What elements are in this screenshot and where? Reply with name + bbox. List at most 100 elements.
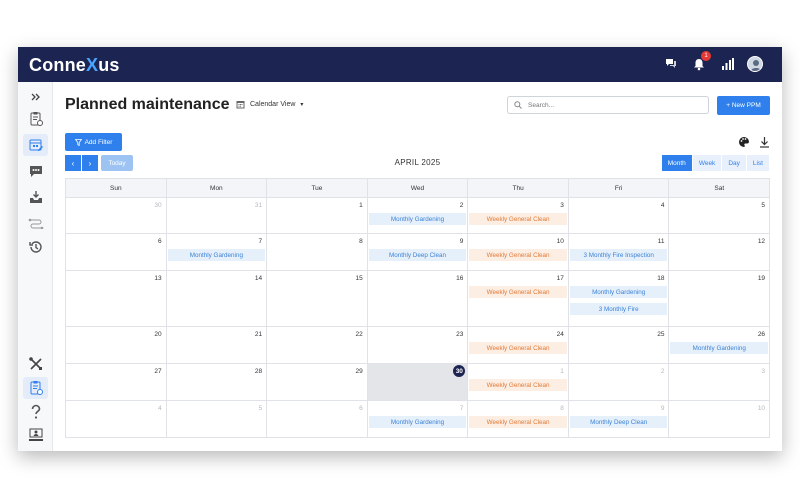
calendar-event[interactable]: Weekly General Clean xyxy=(469,342,567,354)
day-cell[interactable]: 12 xyxy=(669,234,769,270)
history-icon[interactable] xyxy=(23,236,48,258)
day-cell[interactable]: 29 xyxy=(267,364,368,400)
tools-icon[interactable] xyxy=(23,353,48,375)
day-cell[interactable]: 21 xyxy=(167,327,268,363)
notification-bell-icon[interactable]: 1 xyxy=(690,51,711,73)
day-cell[interactable]: 2 Monthly Gardening xyxy=(368,198,469,233)
day-cell[interactable]: 14 xyxy=(167,271,268,326)
clipboard-gear-icon[interactable] xyxy=(23,108,48,130)
day-cell[interactable]: 10 xyxy=(669,401,769,437)
tab-month[interactable]: Month xyxy=(661,155,693,171)
day-cell[interactable]: 1 xyxy=(267,198,368,233)
calendar-week-row: 27 28 29 30 1 Weekly General Clean 2 3 xyxy=(66,364,769,401)
date-number: 28 xyxy=(254,368,263,375)
day-cell[interactable]: 19 xyxy=(669,271,769,326)
day-cell[interactable]: 17 Weekly General Clean xyxy=(468,271,569,326)
calendar-event[interactable]: Weekly General Clean xyxy=(469,213,567,225)
chat-bubbles-icon[interactable] xyxy=(662,55,680,73)
calendar-edit-icon[interactable] xyxy=(23,134,48,156)
day-cell[interactable]: 28 xyxy=(167,364,268,400)
day-cell[interactable]: 11 3 Monthly Fire Inspection xyxy=(569,234,670,270)
chat-icon[interactable] xyxy=(23,160,48,182)
search-icon xyxy=(514,101,522,109)
calendar-event[interactable]: Monthly Gardening xyxy=(670,342,769,354)
date-number: 1 xyxy=(560,368,564,375)
collapse-icon[interactable] xyxy=(23,86,48,108)
calendar-event[interactable]: Monthly Gardening xyxy=(167,249,266,261)
date-number: 8 xyxy=(359,238,363,245)
search-input[interactable] xyxy=(528,101,698,109)
calendar-event[interactable]: 3 Monthly Fire Inspection xyxy=(569,249,668,261)
add-filter-label: Add Filter xyxy=(84,138,113,146)
tab-week[interactable]: Week xyxy=(692,155,723,171)
day-cell[interactable]: 25 xyxy=(569,327,670,363)
date-number: 8 xyxy=(560,405,564,412)
monitor-user-icon[interactable] xyxy=(23,424,48,446)
calendar-event[interactable]: Monthly Gardening xyxy=(569,286,668,298)
day-cell[interactable]: 6 xyxy=(267,401,368,437)
day-cell[interactable]: 23 xyxy=(368,327,469,363)
day-cell[interactable]: 24 Weekly General Clean xyxy=(468,327,569,363)
date-number: 16 xyxy=(456,275,464,282)
date-number: 3 xyxy=(560,202,564,209)
date-number: 4 xyxy=(157,405,162,412)
weekday-label: Tue xyxy=(267,179,368,197)
date-number: 9 xyxy=(459,238,464,245)
day-cell[interactable]: 20 xyxy=(66,327,167,363)
palette-icon[interactable] xyxy=(738,136,750,148)
date-number: 11 xyxy=(657,238,665,245)
add-filter-button[interactable]: Add Filter xyxy=(65,133,122,151)
app-logo[interactable]: ConneXus xyxy=(29,55,120,76)
day-cell[interactable]: 7 Monthly Gardening xyxy=(368,401,469,437)
day-cell[interactable]: 9 Monthly Deep Clean xyxy=(368,234,469,270)
calendar-event[interactable]: Weekly General Clean xyxy=(469,379,567,391)
day-cell[interactable]: 5 xyxy=(167,401,268,437)
date-number: 9 xyxy=(660,405,665,412)
day-cell[interactable]: 27 xyxy=(66,364,167,400)
day-cell[interactable]: 8 Weekly General Clean xyxy=(468,401,569,437)
help-icon[interactable] xyxy=(23,401,48,423)
day-cell[interactable]: 18 Monthly Gardening 3 Monthly Fire xyxy=(569,271,670,326)
calendar-event[interactable]: Monthly Gardening xyxy=(368,416,467,428)
day-cell[interactable]: 8 xyxy=(267,234,368,270)
download-icon[interactable] xyxy=(759,136,770,148)
day-cell[interactable]: 1 Weekly General Clean xyxy=(468,364,569,400)
day-cell[interactable]: 7 Monthly Gardening xyxy=(167,234,268,270)
day-cell[interactable]: 13 xyxy=(66,271,167,326)
day-cell[interactable]: 6 xyxy=(66,234,167,270)
route-icon[interactable] xyxy=(23,212,48,234)
calendar-view-dropdown[interactable]: Calendar View ▾ xyxy=(236,100,303,109)
day-cell[interactable]: 16 xyxy=(368,271,469,326)
search-box[interactable] xyxy=(507,96,709,114)
user-avatar[interactable] xyxy=(746,55,764,73)
calendar-event[interactable]: Weekly General Clean xyxy=(469,286,567,298)
day-cell[interactable]: 26 Monthly Gardening xyxy=(669,327,769,363)
day-cell[interactable]: 22 xyxy=(267,327,368,363)
tab-day[interactable]: Day xyxy=(722,155,747,171)
calendar-event[interactable]: Monthly Deep Clean xyxy=(368,249,467,261)
day-cell[interactable]: 30 xyxy=(367,364,469,400)
calendar-event[interactable]: Weekly General Clean xyxy=(469,249,567,261)
day-cell[interactable]: 4 xyxy=(66,401,167,437)
new-ppm-button[interactable]: + New PPM xyxy=(717,96,770,115)
inbox-download-icon[interactable] xyxy=(23,186,48,208)
signal-bars-icon[interactable] xyxy=(718,55,736,73)
calendar-event[interactable]: Monthly Deep Clean xyxy=(569,416,668,428)
day-cell[interactable]: 3 Weekly General Clean xyxy=(468,198,569,233)
day-cell[interactable]: 5 xyxy=(669,198,769,233)
day-cell[interactable]: 30 xyxy=(66,198,167,233)
calendar-event[interactable]: 3 Monthly Fire xyxy=(569,303,668,315)
day-cell[interactable]: 9 Monthly Deep Clean xyxy=(569,401,670,437)
day-cell[interactable]: 2 xyxy=(569,364,670,400)
day-cell[interactable]: 3 xyxy=(669,364,769,400)
calendar-event[interactable]: Weekly General Clean xyxy=(469,416,567,428)
calendar-event[interactable]: Monthly Gardening xyxy=(368,213,467,225)
date-number: 5 xyxy=(258,405,263,412)
date-number: 24 xyxy=(556,331,564,338)
day-cell[interactable]: 31 xyxy=(167,198,268,233)
clipboard-settings-icon[interactable] xyxy=(23,377,48,399)
tab-list[interactable]: List xyxy=(746,155,770,171)
day-cell[interactable]: 15 xyxy=(267,271,368,326)
day-cell[interactable]: 10 Weekly General Clean xyxy=(468,234,569,270)
day-cell[interactable]: 4 xyxy=(569,198,670,233)
